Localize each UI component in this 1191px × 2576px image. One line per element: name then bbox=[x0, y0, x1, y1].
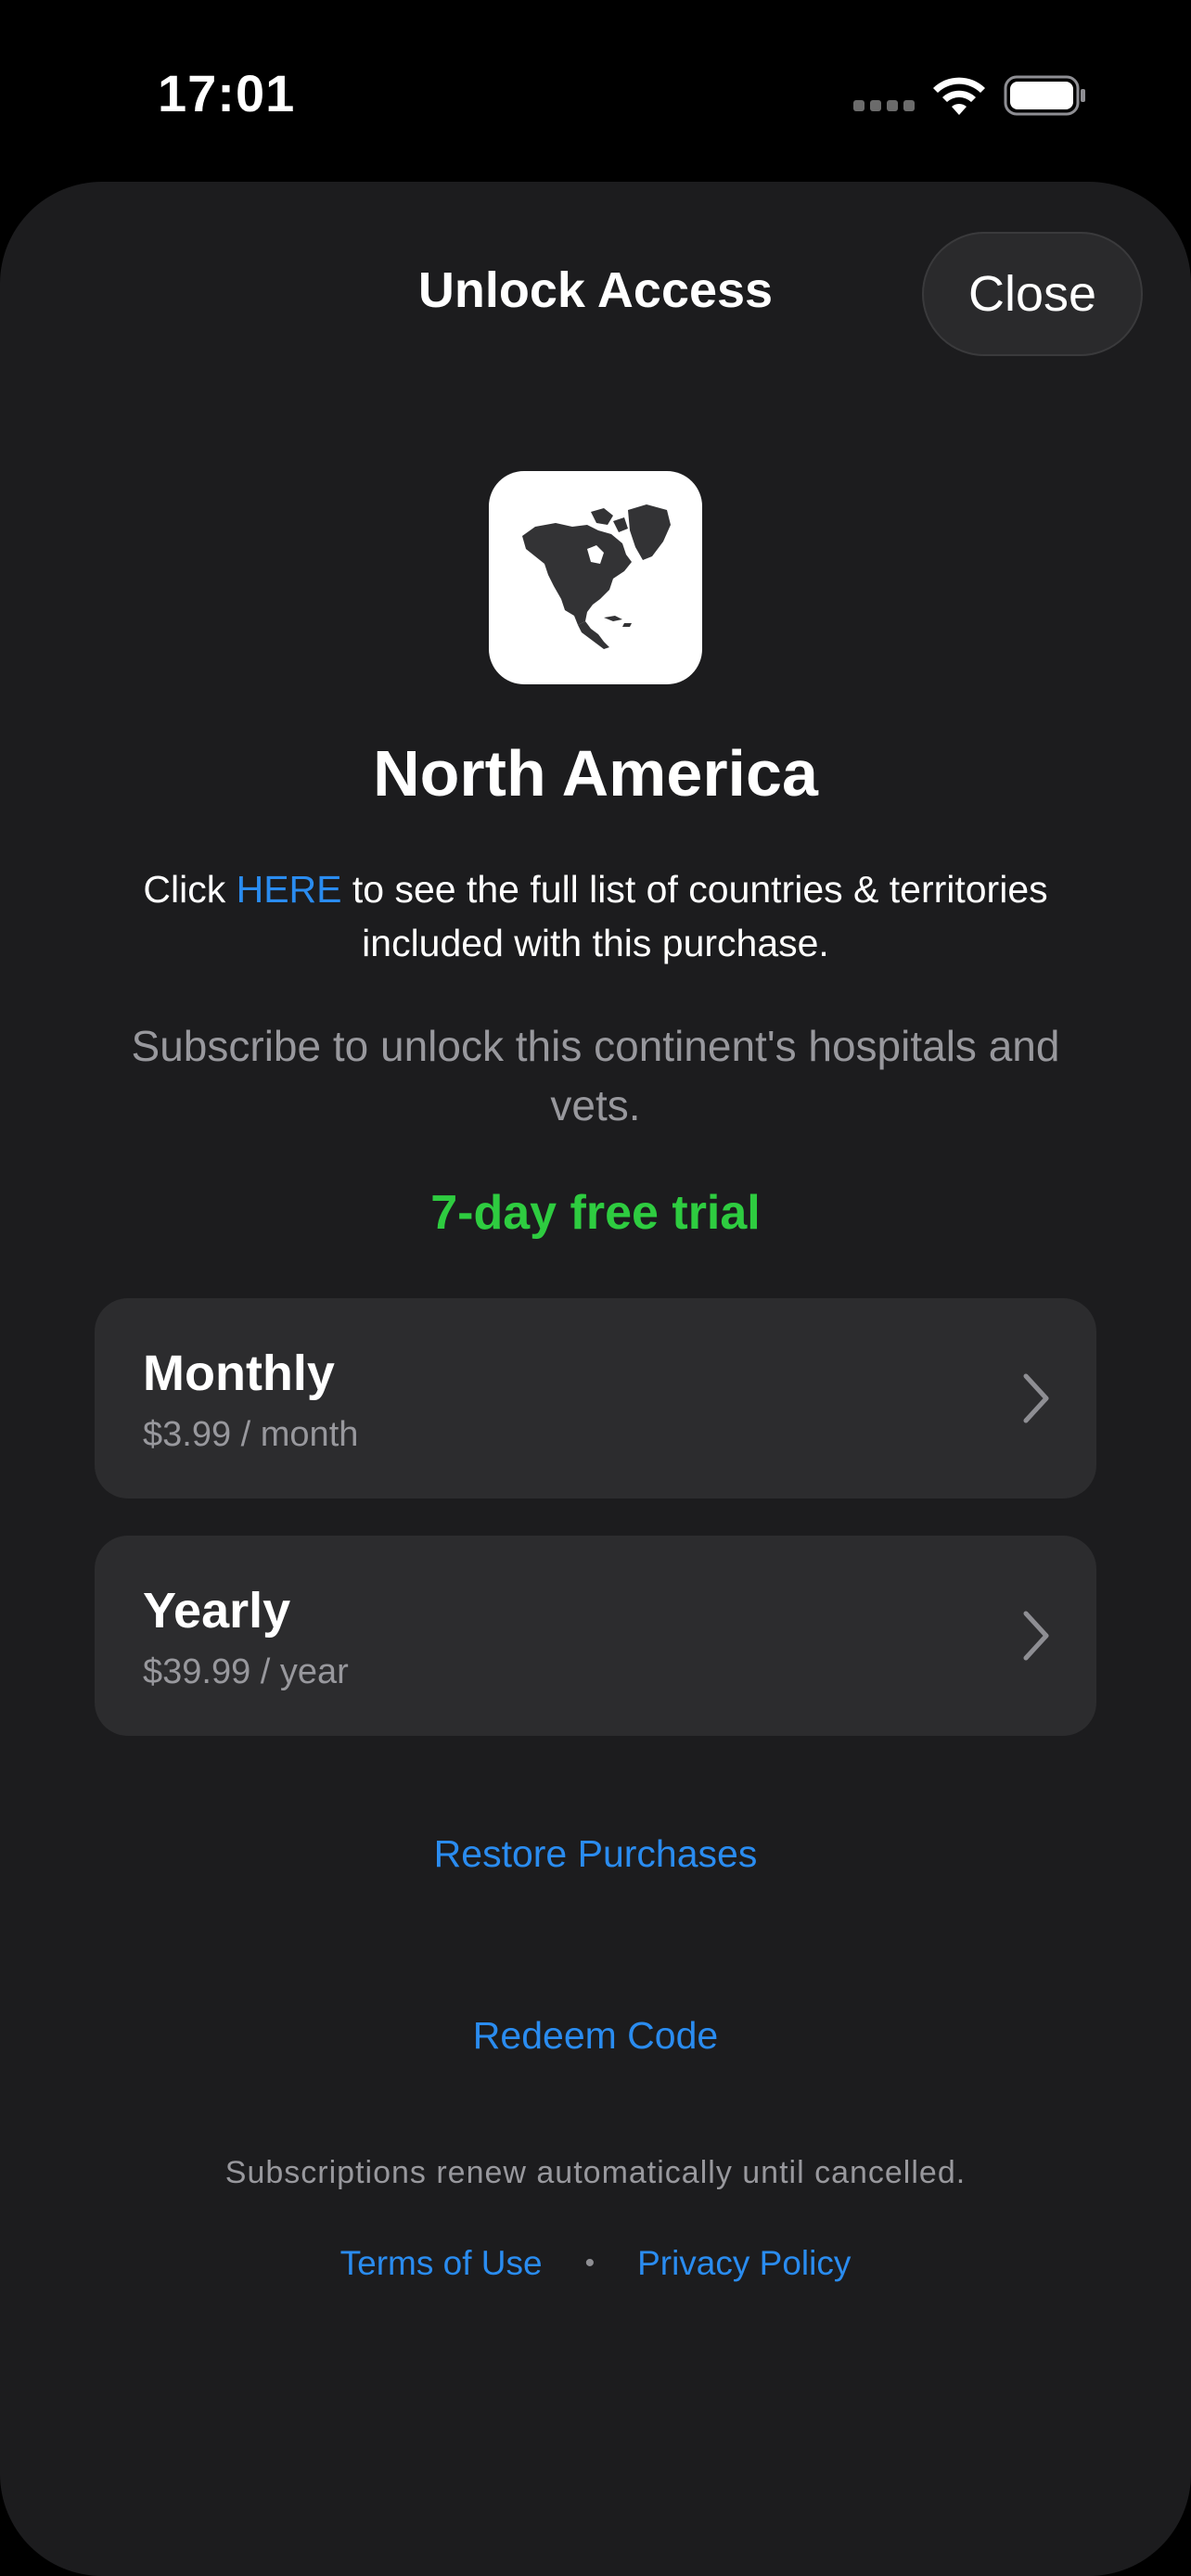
privacy-policy-link[interactable]: Privacy Policy bbox=[637, 2244, 851, 2283]
plan-yearly-button[interactable]: Yearly $39.99 / year bbox=[95, 1536, 1096, 1736]
countries-list-link[interactable]: HERE bbox=[237, 868, 342, 911]
redeem-code-button[interactable]: Redeem Code bbox=[0, 2014, 1191, 2058]
footer-links: Terms of Use • Privacy Policy bbox=[0, 2244, 1191, 2283]
free-trial-label: 7-day free trial bbox=[430, 1186, 761, 1240]
battery-icon bbox=[1004, 75, 1085, 116]
plan-monthly-button[interactable]: Monthly $3.99 / month bbox=[95, 1298, 1096, 1498]
plan-name: Yearly bbox=[143, 1583, 291, 1639]
close-button[interactable]: Close bbox=[922, 232, 1143, 356]
terms-of-use-link[interactable]: Terms of Use bbox=[340, 2244, 543, 2283]
plan-price: $39.99 / year bbox=[143, 1652, 349, 1691]
footer-separator: • bbox=[584, 2248, 596, 2278]
north-america-map-icon bbox=[489, 471, 702, 684]
wifi-icon bbox=[933, 77, 985, 115]
subscribe-description: Subscribe to unlock this continent's hos… bbox=[131, 1022, 1060, 1129]
chevron-right-icon bbox=[1023, 1611, 1049, 1661]
countries-info-text: Click HERE to see the full list of count… bbox=[93, 862, 1098, 970]
renewal-notice: Subscriptions renew automatically until … bbox=[224, 2155, 967, 2190]
status-time: 17:01 bbox=[158, 64, 296, 122]
cellular-signal-icon bbox=[853, 100, 915, 115]
plan-name: Monthly bbox=[143, 1345, 335, 1401]
plan-price: $3.99 / month bbox=[143, 1415, 359, 1454]
status-bar: 17:01 bbox=[0, 0, 1191, 185]
region-title: North America bbox=[373, 737, 818, 810]
info-suffix: to see the full list of countries & terr… bbox=[341, 868, 1048, 964]
chevron-right-icon bbox=[1023, 1373, 1049, 1423]
info-prefix: Click bbox=[143, 868, 237, 911]
restore-purchases-button[interactable]: Restore Purchases bbox=[0, 1832, 1191, 1876]
